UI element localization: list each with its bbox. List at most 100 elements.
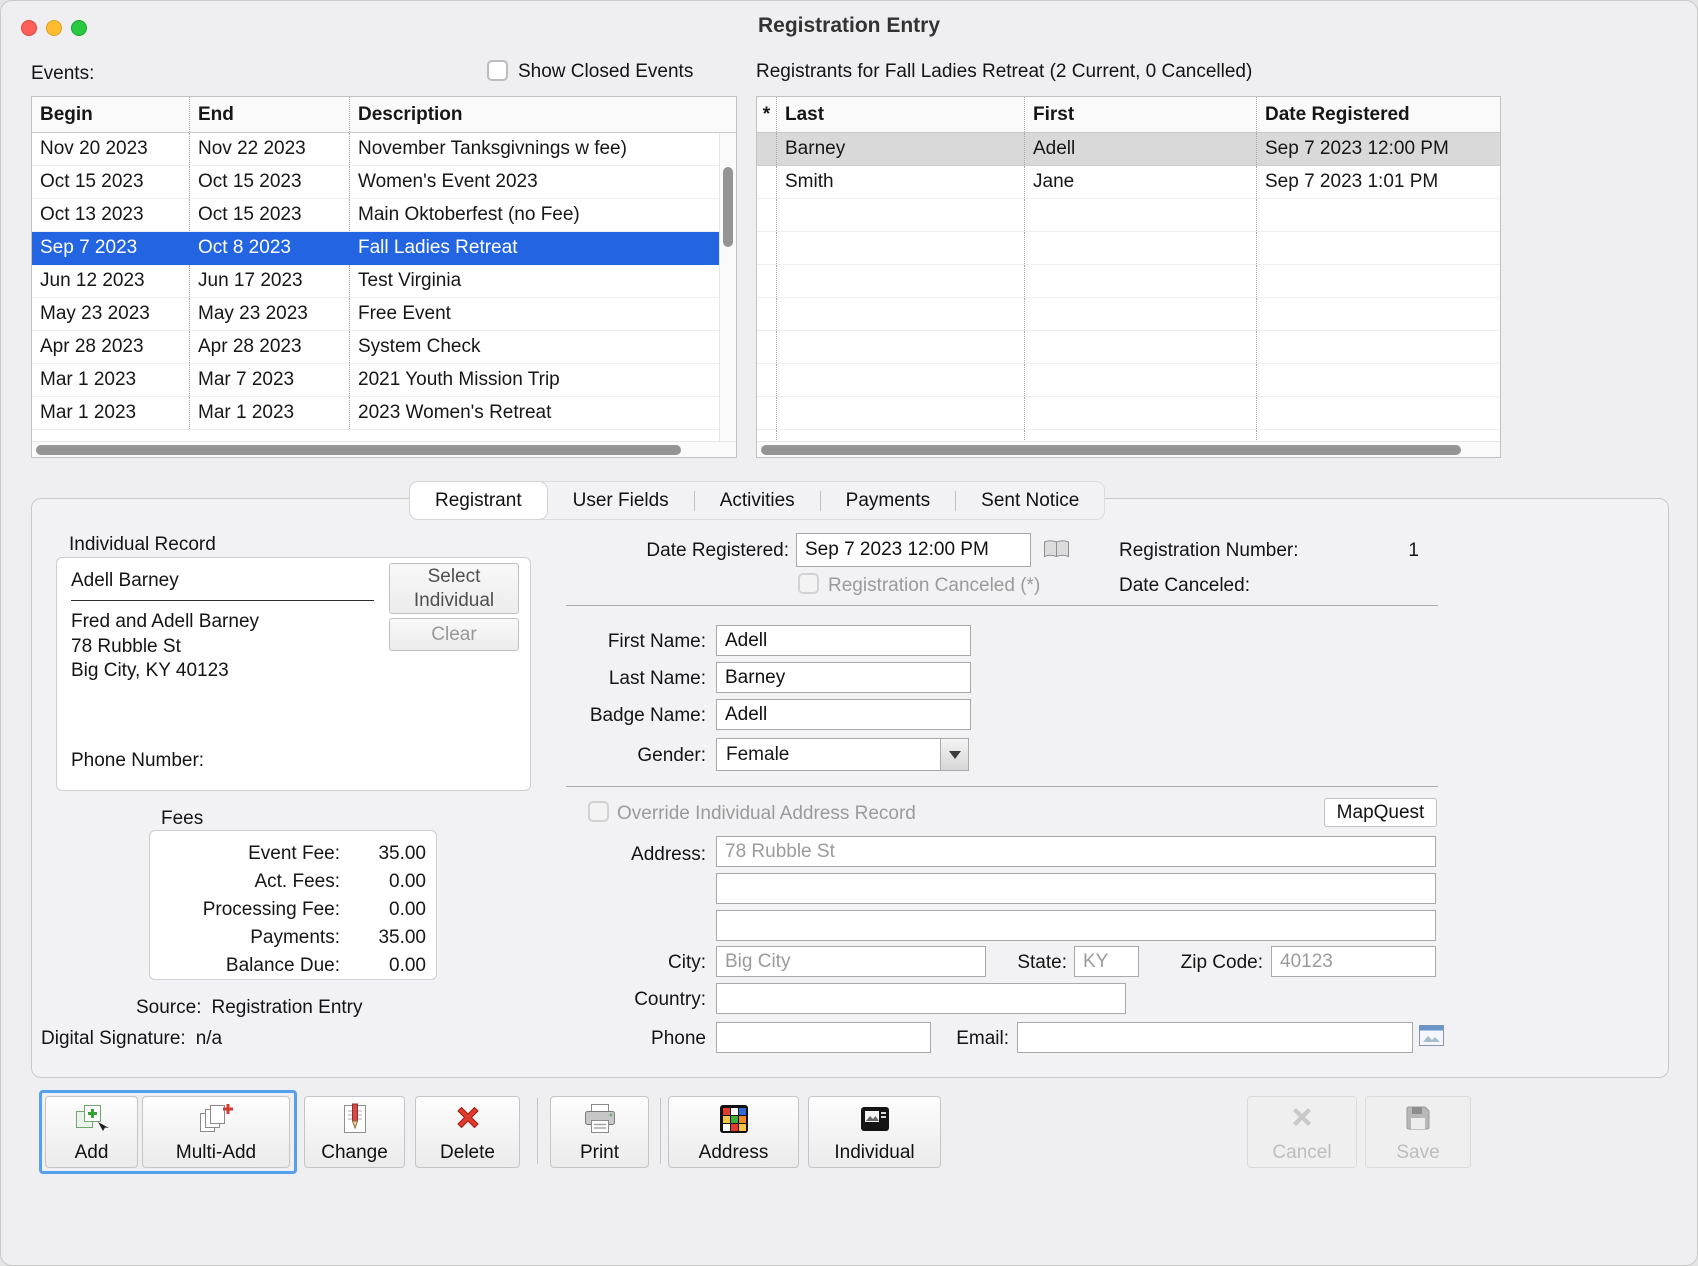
event-row[interactable]: Mar 1 2023Mar 1 20232023 Women's Retreat	[32, 397, 719, 430]
events-header-begin[interactable]: Begin	[32, 97, 190, 132]
tab-registrant[interactable]: Registrant	[409, 481, 548, 520]
registrant-cell-first: Adell	[1025, 133, 1257, 165]
event-row[interactable]: Nov 20 2023Nov 22 2023November Tanksgivn…	[32, 133, 719, 166]
registrants-header-date[interactable]: Date Registered	[1257, 97, 1500, 132]
registrant-cell-star	[757, 331, 777, 363]
save-button[interactable]: Save	[1365, 1096, 1471, 1168]
zip-code-label: Zip Code:	[1141, 952, 1263, 974]
clear-button[interactable]: Clear	[389, 618, 519, 651]
tab-payments[interactable]: Payments	[821, 482, 955, 519]
date-registered-label: Date Registered:	[561, 540, 789, 562]
registrant-row[interactable]: BarneyAdellSep 7 2023 12:00 PM	[757, 133, 1500, 166]
add-button-label: Add	[75, 1143, 109, 1162]
registrant-empty-row	[757, 430, 1500, 441]
multi-add-button[interactable]: Multi-Add	[142, 1096, 290, 1168]
registrants-header-last[interactable]: Last	[777, 97, 1025, 132]
registrants-label: Registrants for Fall Ladies Retreat (2 C…	[756, 61, 1252, 83]
registrants-table-body: BarneyAdellSep 7 2023 12:00 PMSmithJaneS…	[757, 133, 1500, 441]
event-row[interactable]: Apr 28 2023Apr 28 2023System Check	[32, 331, 719, 364]
registrant-cell-date	[1257, 430, 1500, 441]
tab-user-fields[interactable]: User Fields	[548, 482, 694, 519]
select-individual-button[interactable]: Select Individual	[389, 563, 519, 614]
address-button[interactable]: Address	[668, 1096, 799, 1168]
fee-value: 35.00	[352, 843, 426, 865]
calendar-icon[interactable]	[1043, 539, 1070, 560]
event-row[interactable]: Sep 7 2023Oct 8 2023Fall Ladies Retreat	[32, 232, 719, 265]
registrants-horizontal-scrollbar	[757, 441, 1500, 457]
events-horizontal-scrollbar-thumb[interactable]	[36, 445, 681, 455]
override-address-checkbox[interactable]	[588, 801, 609, 822]
override-address-label: Override Individual Address Record	[617, 803, 916, 825]
browser-window-icon[interactable]	[1419, 1025, 1444, 1046]
tab-activities[interactable]: Activities	[695, 482, 820, 519]
registrant-cell-date	[1257, 397, 1500, 429]
event-cell-end: Nov 22 2023	[190, 133, 350, 165]
registrant-empty-row	[757, 265, 1500, 298]
phone-input[interactable]	[716, 1022, 931, 1053]
event-cell-description: Main Oktoberfest (no Fee)	[350, 199, 719, 231]
events-header-description[interactable]: Description	[350, 97, 736, 132]
country-input[interactable]	[716, 983, 1126, 1014]
event-cell-begin: Apr 28 2023	[32, 331, 190, 363]
add-button[interactable]: Add	[45, 1096, 138, 1168]
events-header-end[interactable]: End	[190, 97, 350, 132]
registrant-row[interactable]: SmithJaneSep 7 2023 1:01 PM	[757, 166, 1500, 199]
first-name-input[interactable]	[716, 625, 971, 656]
printer-icon	[582, 1103, 618, 1135]
email-input[interactable]	[1017, 1022, 1413, 1053]
mapquest-button[interactable]: MapQuest	[1324, 798, 1437, 827]
fee-label: Payments:	[160, 927, 352, 949]
event-cell-begin: Mar 1 2023	[32, 397, 190, 429]
event-cell-description: System Check	[350, 331, 719, 363]
address-line1-input[interactable]	[716, 836, 1436, 867]
tab-sent-notice[interactable]: Sent Notice	[956, 482, 1104, 519]
state-input[interactable]	[1074, 946, 1139, 977]
individual-button[interactable]: Individual	[808, 1096, 941, 1168]
gender-dropdown-button[interactable]	[940, 739, 968, 770]
delete-button[interactable]: Delete	[415, 1096, 520, 1168]
registrant-cell-star	[757, 199, 777, 231]
print-button[interactable]: Print	[550, 1096, 649, 1168]
date-registered-input[interactable]	[796, 533, 1031, 567]
show-closed-events-checkbox[interactable]	[487, 60, 508, 81]
last-name-input[interactable]	[716, 662, 971, 693]
registrants-header-first[interactable]: First	[1025, 97, 1257, 132]
individual-record-label: Individual Record	[69, 534, 216, 556]
event-cell-description: Test Virginia	[350, 265, 719, 297]
registrant-empty-row	[757, 397, 1500, 430]
registrants-horizontal-scrollbar-thumb[interactable]	[761, 445, 1461, 455]
events-table-body: Nov 20 2023Nov 22 2023November Tanksgivn…	[32, 133, 736, 441]
event-row[interactable]: Oct 15 2023Oct 15 2023Women's Event 2023	[32, 166, 719, 199]
change-icon	[340, 1103, 370, 1135]
gender-value: Female	[717, 744, 940, 766]
registrant-cell-date: Sep 7 2023 12:00 PM	[1257, 133, 1500, 165]
event-row[interactable]: Oct 13 2023Oct 15 2023Main Oktoberfest (…	[32, 199, 719, 232]
address-line2-input[interactable]	[716, 873, 1436, 904]
zip-code-input[interactable]	[1271, 946, 1436, 977]
event-row[interactable]: Mar 1 2023Mar 7 20232021 Youth Mission T…	[32, 364, 719, 397]
gender-select[interactable]: Female	[716, 738, 969, 771]
registrant-cell-star	[757, 364, 777, 396]
fee-value: 35.00	[352, 927, 426, 949]
events-vertical-scrollbar-thumb[interactable]	[723, 167, 733, 247]
cancel-button[interactable]: Cancel	[1247, 1096, 1357, 1168]
event-cell-end: Oct 8 2023	[190, 232, 350, 264]
registration-number-label: Registration Number:	[1119, 540, 1299, 562]
event-row[interactable]: May 23 2023May 23 2023Free Event	[32, 298, 719, 331]
registrant-cell-first	[1025, 430, 1257, 441]
event-cell-description: 2023 Women's Retreat	[350, 397, 719, 429]
registrant-cell-last	[777, 364, 1025, 396]
city-input[interactable]	[716, 946, 986, 977]
event-cell-description: 2021 Youth Mission Trip	[350, 364, 719, 396]
change-button[interactable]: Change	[304, 1096, 405, 1168]
registration-canceled-checkbox[interactable]	[798, 573, 819, 594]
event-row[interactable]: Jun 12 2023Jun 17 2023Test Virginia	[32, 265, 719, 298]
registrants-header-star[interactable]: *	[757, 97, 777, 132]
address-label: Address:	[501, 844, 706, 866]
address-line3-input[interactable]	[716, 910, 1436, 941]
save-button-label: Save	[1396, 1143, 1439, 1162]
badge-name-input[interactable]	[716, 699, 971, 730]
fee-row: Event Fee:35.00	[150, 840, 436, 868]
fee-value: 0.00	[352, 871, 426, 893]
events-label: Events:	[31, 63, 94, 85]
